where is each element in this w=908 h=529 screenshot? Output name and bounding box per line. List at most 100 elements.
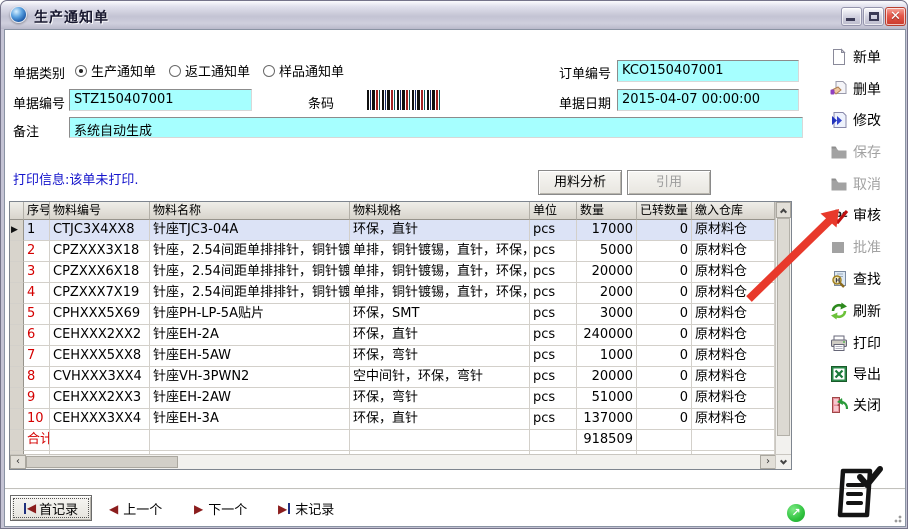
table-cell: 原材料仓 [692, 388, 775, 409]
maximize-icon [869, 12, 879, 21]
quote-button[interactable]: 引用 [627, 170, 711, 195]
table-cell: CEHXXX3XX4 [50, 409, 150, 430]
table-cell: CVHXXX3XX4 [50, 367, 150, 388]
sidebar-button-print[interactable]: 打印 [828, 331, 904, 355]
scroll-left-button[interactable]: ‹ [10, 455, 26, 469]
table-cell: 针座PH-LP-5A贴片 [150, 304, 350, 325]
table-row[interactable]: 10CEHXXX3XX4针座EH-3A环保，直针pcs1370000原材料仓 [10, 409, 775, 430]
sidebar-button-cancel-folder: 取消 [828, 172, 904, 196]
last-record-button[interactable]: ▶ 末记录 [278, 499, 334, 518]
radio-label: 生产通知单 [91, 61, 156, 80]
sidebar-button-delete-doc[interactable]: 删单 [828, 77, 904, 101]
column-header[interactable]: 物料编号 [50, 202, 150, 220]
sidebar-button-new-doc[interactable]: 新单 [828, 45, 904, 69]
table-cell: CPZXXX6X18 [50, 262, 150, 283]
table-cell: CEHXXX2XX2 [50, 325, 150, 346]
save-folder-icon [828, 143, 850, 161]
scroll-right-button[interactable]: › [760, 455, 776, 469]
column-header[interactable]: 缴入仓库 [692, 202, 775, 220]
table-row[interactable]: 5CPHXXX5X69针座PH-LP-5A贴片环保，SMTpcs30000原材料… [10, 304, 775, 325]
table-cell: 针座VH-3PWN2 [150, 367, 350, 388]
sidebar-button-label: 保存 [853, 142, 881, 162]
table-row[interactable]: 9CEHXXX2XX3针座EH-2AW环保，弯针pcs510000原材料仓 [10, 388, 775, 409]
vertical-scrollbar[interactable] [775, 202, 791, 454]
table-cell [150, 430, 350, 451]
barcode-image [367, 90, 442, 110]
resize-grip[interactable] [892, 513, 902, 523]
table-cell: 3000 [577, 304, 637, 325]
table-cell: 0 [637, 325, 692, 346]
vertical-scroll-thumb[interactable] [777, 218, 790, 436]
close-icon: ✕ [886, 9, 905, 24]
sidebar-button-label: 修改 [853, 110, 881, 130]
sidebar-button-export-excel[interactable]: 导出 [828, 362, 904, 386]
next-record-button[interactable]: ▶ 下一个 [194, 499, 247, 518]
sidebar-button-audit-abc[interactable]: abc审核 [828, 203, 904, 227]
sidebar-button-close-door[interactable]: 关闭 [828, 393, 904, 417]
table-row[interactable]: 2CPZXXX3X18针座，2.54间距单排排针，铜针镀锡，单排，铜针镀锡，直针… [10, 241, 775, 262]
close-button[interactable]: ✕ [885, 7, 906, 26]
first-record-button[interactable]: ◀ 首记录 [10, 495, 92, 521]
table-row[interactable]: 6CEHXXX2XX2针座EH-2A环保，直针pcs2400000原材料仓 [10, 325, 775, 346]
minimize-button[interactable] [841, 7, 862, 26]
table-cell: 2 [24, 241, 50, 262]
maximize-button[interactable] [863, 7, 884, 26]
radio-label: 样品通知单 [279, 61, 344, 80]
table-cell: CTJC3X4XX8 [50, 220, 150, 241]
sidebar-button-edit-doc[interactable]: 修改 [828, 108, 904, 132]
doc-no-field[interactable]: STZ150407001 [69, 89, 252, 111]
doc-type-radio[interactable]: 生产通知单 [75, 61, 156, 80]
column-header[interactable]: 已转数量 [637, 202, 692, 220]
material-table: 序号物料编号物料名称物料规格单位数量已转数量缴入仓库 ▶1CTJC3X4XX8针… [9, 201, 792, 470]
scroll-up-button[interactable] [776, 202, 791, 218]
sidebar-button-refresh[interactable]: 刷新 [828, 299, 904, 323]
column-header[interactable]: 单位 [530, 202, 577, 220]
share-green-icon[interactable]: ↗ [787, 504, 805, 522]
column-header[interactable]: 物料规格 [350, 202, 530, 220]
order-no-field[interactable]: KCO150407001 [617, 60, 799, 82]
doc-type-radio[interactable]: 样品通知单 [263, 61, 344, 80]
row-marker [10, 388, 24, 409]
sidebar-button-label: 取消 [853, 174, 881, 194]
total-row: 合计918509 [10, 430, 775, 451]
table-cell: 针座EH-5AW [150, 346, 350, 367]
table-row[interactable]: 7CEHXXX5XX8针座EH-5AW环保，弯针pcs10000原材料仓 [10, 346, 775, 367]
table-cell: 6 [24, 325, 50, 346]
table-row[interactable]: ▶1CTJC3X4XX8针座TJC3-04A环保，直针pcs170000原材料仓 [10, 220, 775, 241]
sidebar-button-label: 打印 [853, 333, 881, 353]
table-cell: 合计 [24, 430, 50, 451]
horizontal-scroll-thumb[interactable] [26, 456, 178, 468]
table-row[interactable]: 3CPZXXX6X18针座，2.54间距单排排针，铜针镀锡，单排，铜针镀锡，直针… [10, 262, 775, 283]
table-cell: 137000 [577, 409, 637, 430]
scroll-down-button[interactable] [775, 454, 791, 469]
notice-logo-icon [827, 463, 887, 523]
table-cell: 5 [24, 304, 50, 325]
table-row[interactable]: 8CVHXXX3XX4针座VH-3PWN2空中间针，环保，弯针pcs200000… [10, 367, 775, 388]
table-cell: 0 [637, 304, 692, 325]
remark-field[interactable]: 系统自动生成 [69, 117, 803, 138]
table-cell: pcs [530, 283, 577, 304]
horizontal-scrollbar[interactable]: ‹ › [10, 454, 776, 469]
table-cell: 原材料仓 [692, 325, 775, 346]
material-analysis-button[interactable]: 用料分析 [538, 170, 622, 195]
column-header[interactable]: 数量 [577, 202, 637, 220]
table-cell: 10 [24, 409, 50, 430]
approve-icon [828, 238, 850, 256]
table-row[interactable]: 4CPZXXX7X19针座，2.54间距单排排针，铜针镀锡，单排，铜针镀锡，直针… [10, 283, 775, 304]
table-cell: CPZXXX3X18 [50, 241, 150, 262]
close-door-icon [828, 396, 850, 414]
sidebar-button-search[interactable]: H查找 [828, 267, 904, 291]
table-cell: 20000 [577, 367, 637, 388]
table-cell: 0 [637, 241, 692, 262]
row-marker: ▶ [10, 220, 24, 241]
doc-type-radio[interactable]: 返工通知单 [169, 61, 250, 80]
table-cell: 环保，直针 [350, 220, 530, 241]
column-header[interactable]: 物料名称 [150, 202, 350, 220]
prev-record-button[interactable]: ◀ 上一个 [109, 499, 162, 518]
table-cell: 0 [637, 409, 692, 430]
column-header[interactable]: 序号 [24, 202, 50, 220]
doc-date-field[interactable]: 2015-04-07 00:00:00 [617, 89, 799, 111]
table-cell: 0 [637, 283, 692, 304]
table-cell [692, 430, 775, 451]
table-cell: 单排，铜针镀锡，直针，环保，针长， [350, 262, 530, 283]
